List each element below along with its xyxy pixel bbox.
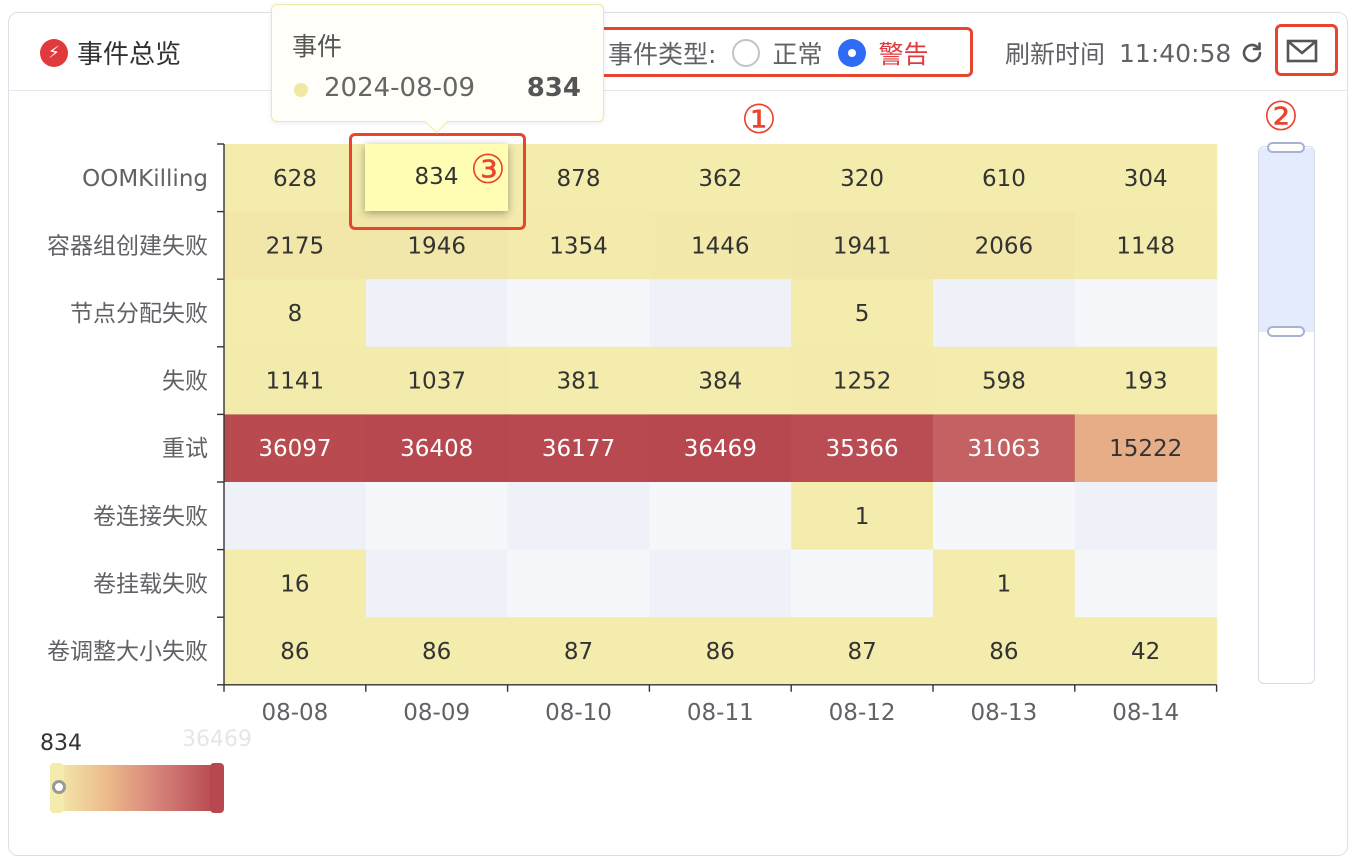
cell-value-label: 1446 [691, 233, 750, 259]
cell-value-label: 1 [855, 504, 870, 530]
cell-value-label: 598 [982, 369, 1026, 395]
cell-value-label: 16 [280, 571, 309, 597]
tooltip-title: 事件 [292, 32, 343, 61]
heatmap-cell[interactable] [1074, 482, 1218, 551]
cell-value-label: 8 [288, 301, 303, 327]
heatmap-cell[interactable] [365, 279, 509, 348]
cell-value-label: 2175 [266, 233, 325, 259]
cell-value-label: 1941 [833, 233, 892, 259]
cell-value-label: 1148 [1116, 233, 1175, 259]
cell-value-label: 36408 [400, 436, 473, 462]
heatmap-cell[interactable] [507, 549, 650, 618]
heatmap-cell[interactable] [365, 549, 509, 618]
cell-value-label: 15222 [1109, 436, 1182, 462]
x-axis-label: 08-09 [403, 700, 470, 726]
cell-value-label: 86 [989, 639, 1018, 665]
callout-3: ③ [470, 147, 506, 193]
y-axis-label: OOMKilling [82, 166, 208, 192]
cell-value-label: 304 [1124, 166, 1168, 192]
x-axis-label: 08-14 [1112, 700, 1179, 726]
datazoom-selected-range[interactable] [1259, 148, 1314, 332]
cell-value-label: 86 [280, 639, 309, 665]
cell-value-label: 36469 [684, 436, 757, 462]
heatmap-cell[interactable] [1074, 279, 1218, 348]
heatmap-cell[interactable] [365, 482, 509, 551]
visualmap-handle-max[interactable] [210, 763, 224, 813]
visualmap-gradient-bar[interactable] [54, 765, 216, 811]
y-axis-label: 卷调整大小失败 [47, 639, 208, 665]
y-axis-label: 节点分配失败 [70, 301, 208, 327]
cell-value-label: 628 [273, 166, 317, 192]
cell-value-label: 5 [855, 301, 870, 327]
tooltip-marker [294, 83, 308, 97]
heatmap-cell[interactable] [649, 279, 792, 348]
cell-value-label: 362 [698, 166, 742, 192]
heatmap-cell[interactable] [933, 279, 1076, 348]
x-axis-label: 08-12 [829, 700, 896, 726]
visualmap-max-label: 36469 [182, 727, 252, 752]
y-axis-label: 重试 [162, 436, 208, 462]
tooltip-value: 834 [526, 73, 581, 103]
cell-value-label: 610 [982, 166, 1026, 192]
cell-value-label: 42 [1131, 639, 1160, 665]
x-axis-label: 08-11 [687, 700, 754, 726]
x-axis-label: 08-08 [261, 700, 328, 726]
cell-value-label: 320 [840, 166, 884, 192]
cell-value-label: 1252 [833, 369, 892, 395]
cell-value-label: 193 [1124, 369, 1168, 395]
heatmap-cell[interactable] [791, 549, 934, 618]
cell-value-label: 381 [557, 369, 601, 395]
cell-value-label: 878 [557, 166, 601, 192]
cell-value-label: 86 [422, 639, 451, 665]
tooltip: 事件 2024-08-09 834 [271, 4, 604, 134]
heatmap-cell[interactable] [649, 482, 792, 551]
visualmap-min-label: 834 [40, 731, 82, 756]
cell-value-label: 2066 [975, 233, 1034, 259]
y-axis-label: 容器组创建失败 [47, 233, 208, 259]
cell-value-label: 31063 [967, 436, 1040, 462]
datazoom-handle-bottom[interactable] [1267, 326, 1305, 337]
x-axis-label: 08-10 [545, 700, 612, 726]
cell-value-label: 35366 [826, 436, 899, 462]
heatmap-cell[interactable] [224, 482, 367, 551]
cell-value-label: 87 [847, 639, 876, 665]
cell-value-label: 86 [706, 639, 735, 665]
cell-value-label: 1354 [549, 233, 608, 259]
y-axis-label: 卷连接失败 [93, 504, 208, 530]
heatmap-cell[interactable] [649, 549, 792, 618]
cell-value-label: 36097 [258, 436, 331, 462]
datazoom-handle-top[interactable] [1267, 142, 1305, 153]
cell-value-label: 87 [564, 639, 593, 665]
heatmap-cell[interactable] [507, 482, 650, 551]
cell-value-label: 384 [698, 369, 742, 395]
heatmap-cell[interactable] [1074, 549, 1218, 618]
cell-value-label: 36177 [542, 436, 615, 462]
cell-value-label: 1 [997, 571, 1012, 597]
heatmap-cell[interactable] [507, 279, 650, 348]
cell-value-label: 1037 [407, 369, 466, 395]
tooltip-date: 2024-08-09 [324, 73, 476, 103]
y-axis-label: 失败 [162, 369, 208, 395]
y-axis-label: 卷挂载失败 [93, 571, 208, 597]
visualmap-handle-min[interactable] [50, 763, 66, 813]
cell-value-label: 1141 [266, 369, 325, 395]
cell-value-label: 1946 [407, 233, 466, 259]
x-axis-label: 08-13 [970, 700, 1037, 726]
heatmap-cell[interactable] [933, 482, 1076, 551]
